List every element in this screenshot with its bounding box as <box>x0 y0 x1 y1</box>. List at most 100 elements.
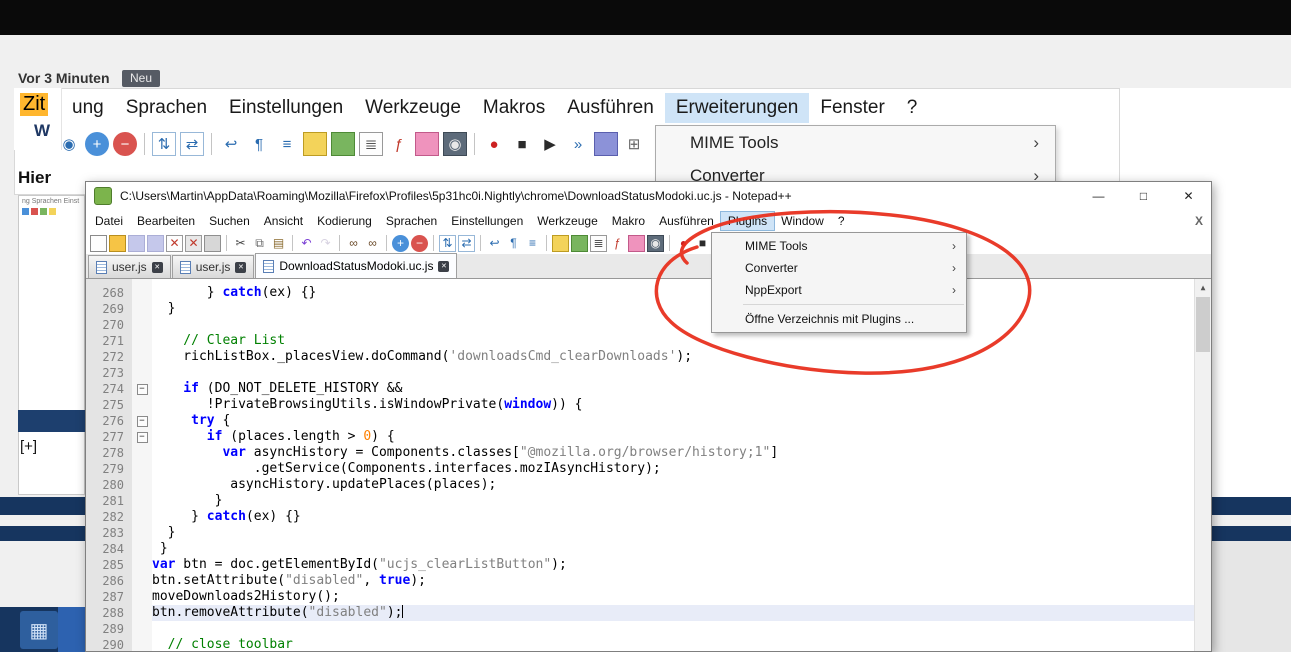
stop-recording-icon[interactable]: ■ <box>510 132 534 156</box>
code-line[interactable]: } <box>152 493 1194 509</box>
title-bar[interactable]: C:\Users\Martin\AppData\Roaming\Mozilla\… <box>86 182 1211 210</box>
folder-as-workspace-icon[interactable] <box>415 132 439 156</box>
dock-app-icon[interactable]: ▦ <box>20 611 58 649</box>
menu-item-werkzeuge[interactable]: Werkzeuge <box>530 212 604 230</box>
document-list-icon[interactable]: ≣ <box>590 235 607 252</box>
stop-recording-icon[interactable]: ■ <box>694 235 711 252</box>
user-defined-dialog-icon[interactable] <box>303 132 327 156</box>
bg-menu-item-fenster[interactable]: Fenster <box>809 93 895 123</box>
code-line[interactable]: } <box>152 525 1194 541</box>
code-line[interactable]: var btn = doc.getElementById("ucjs_clear… <box>152 557 1194 573</box>
fold-collapse-icon[interactable]: − <box>137 384 148 395</box>
bg-submenu-item-mime-tools[interactable]: MIME Tools› <box>656 126 1055 159</box>
document-map-icon[interactable] <box>571 235 588 252</box>
save-icon[interactable] <box>128 235 145 252</box>
bg-menu-item-[interactable]: ? <box>896 93 929 123</box>
close-button[interactable]: ✕ <box>1166 182 1211 210</box>
user-defined-dialog-icon[interactable] <box>552 235 569 252</box>
code-line[interactable]: try { <box>152 413 1194 429</box>
code-line[interactable]: var asyncHistory = Components.classes["@… <box>152 445 1194 461</box>
code-line[interactable] <box>152 365 1194 381</box>
menu-item-makro[interactable]: Makro <box>605 212 652 230</box>
monitoring-icon[interactable]: ◉ <box>647 235 664 252</box>
code-line[interactable]: } <box>152 301 1194 317</box>
function-list-icon[interactable]: ƒ <box>387 132 411 156</box>
record-macro-icon[interactable]: ● <box>482 132 506 156</box>
print-icon[interactable] <box>204 235 221 252</box>
zoom-in-icon[interactable]: + <box>392 235 409 252</box>
menu-item-ausf-hren[interactable]: Ausführen <box>652 212 721 230</box>
close-tab-icon[interactable]: ✕ <box>152 262 163 273</box>
sync-scroll-vertical-icon[interactable]: ⇅ <box>152 132 176 156</box>
document-list-icon[interactable]: ≣ <box>359 132 383 156</box>
sync-scroll-horizontal-icon[interactable]: ⇄ <box>458 235 475 252</box>
code-line[interactable]: richListBox._placesView.doCommand('downl… <box>152 349 1194 365</box>
replace-icon[interactable]: ∞ <box>364 235 381 252</box>
code-line[interactable]: if (DO_NOT_DELETE_HISTORY && <box>152 381 1194 397</box>
maximize-button[interactable]: □ <box>1121 182 1166 210</box>
open-folder-icon[interactable] <box>109 235 126 252</box>
menu-item-window[interactable]: Window <box>774 212 831 230</box>
tab-downloadstatusmodoki-uc-js[interactable]: DownloadStatusModoki.uc.js✕ <box>255 253 457 278</box>
code-line[interactable]: btn.removeAttribute("disabled"); <box>152 605 1194 621</box>
plugins-menu-item-ffne-verzeichnis-mit-plugins[interactable]: Öffne Verzeichnis mit Plugins ... <box>712 308 966 330</box>
code-area[interactable]: } catch(ex) {} } // Clear List richListB… <box>152 279 1194 651</box>
monitoring-icon[interactable]: ◉ <box>443 132 467 156</box>
menu-item-sprachen[interactable]: Sprachen <box>379 212 444 230</box>
sync-scroll-horizontal-icon[interactable]: ⇄ <box>180 132 204 156</box>
close-tab-icon[interactable]: ✕ <box>235 262 246 273</box>
tab-user-js[interactable]: user.js✕ <box>172 255 255 278</box>
show-indent-guide-icon[interactable]: ≡ <box>275 132 299 156</box>
function-list-icon[interactable]: ƒ <box>609 235 626 252</box>
menu-item-datei[interactable]: Datei <box>88 212 130 230</box>
cut-icon[interactable]: ✂ <box>232 235 249 252</box>
code-line[interactable]: // Clear List <box>152 333 1194 349</box>
scrollbar-up-icon[interactable]: ▲ <box>1195 279 1211 296</box>
plugins-menu-item-converter[interactable]: Converter› <box>712 257 966 279</box>
code-line[interactable] <box>152 621 1194 637</box>
redo-icon[interactable]: ↷ <box>317 235 334 252</box>
scrollbar-thumb[interactable] <box>1196 297 1210 352</box>
copy-icon[interactable]: ⧉ <box>251 235 268 252</box>
plugins-menu-item-mime-tools[interactable]: MIME Tools› <box>712 235 966 257</box>
minimize-button[interactable]: — <box>1076 182 1121 210</box>
save-all-icon[interactable] <box>147 235 164 252</box>
vertical-scrollbar[interactable]: ▲ <box>1194 279 1211 651</box>
menu-item-[interactable]: ? <box>831 212 852 230</box>
menu-item-suchen[interactable]: Suchen <box>202 212 257 230</box>
word-wrap-icon[interactable]: ↩ <box>486 235 503 252</box>
code-line[interactable]: } catch(ex) {} <box>152 285 1194 301</box>
tab-user-js[interactable]: user.js✕ <box>88 255 171 278</box>
close-tab-icon[interactable]: ✕ <box>438 261 449 272</box>
find-icon[interactable]: ∞ <box>345 235 362 252</box>
code-line[interactable]: asyncHistory.updatePlaces(places); <box>152 477 1194 493</box>
menu-item-ansicht[interactable]: Ansicht <box>257 212 310 230</box>
show-indent-guide-icon[interactable]: ≡ <box>524 235 541 252</box>
record-macro-icon[interactable]: ● <box>675 235 692 252</box>
run-macro-multiple-icon[interactable]: » <box>566 132 590 156</box>
code-line[interactable]: } catch(ex) {} <box>152 509 1194 525</box>
zoom-out-icon[interactable]: − <box>411 235 428 252</box>
menu-item-einstellungen[interactable]: Einstellungen <box>444 212 530 230</box>
undo-icon[interactable]: ↶ <box>298 235 315 252</box>
fold-collapse-icon[interactable]: − <box>137 432 148 443</box>
grid-icon[interactable]: ⊞ <box>622 132 646 156</box>
bg-menu-item-erweiterungen[interactable]: Erweiterungen <box>665 93 810 123</box>
save-macro-icon[interactable] <box>594 132 618 156</box>
menu-item-plugins[interactable]: Plugins <box>721 212 774 230</box>
code-line[interactable]: // close toolbar <box>152 637 1194 651</box>
word-wrap-icon[interactable]: ↩ <box>219 132 243 156</box>
expand-label[interactable]: [+] <box>20 438 37 455</box>
folder-as-workspace-icon[interactable] <box>628 235 645 252</box>
code-line[interactable]: if (places.length > 0) { <box>152 429 1194 445</box>
code-line[interactable]: btn.setAttribute("disabled", true); <box>152 573 1194 589</box>
zoom-in-icon[interactable]: + <box>85 132 109 156</box>
zoom-out-icon[interactable]: − <box>113 132 137 156</box>
bg-menu-item-werkzeuge[interactable]: Werkzeuge <box>354 93 472 123</box>
new-file-icon[interactable] <box>90 235 107 252</box>
show-all-characters-icon[interactable]: ¶ <box>247 132 271 156</box>
paste-icon[interactable]: ▤ <box>270 235 287 252</box>
bg-menu-item-makros[interactable]: Makros <box>472 93 556 123</box>
show-all-characters-icon[interactable]: ¶ <box>505 235 522 252</box>
code-line[interactable]: moveDownloads2History(); <box>152 589 1194 605</box>
